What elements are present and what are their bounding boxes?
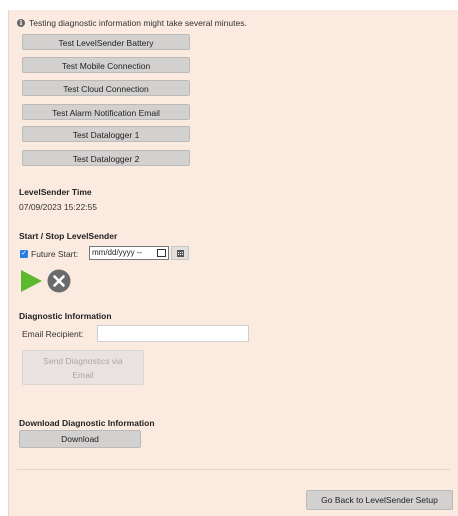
date-placeholder: mm/dd/yyyy -- [92, 248, 143, 257]
send-label-line2: Email [72, 370, 94, 380]
future-start-checkbox[interactable]: ✓ [20, 250, 28, 258]
download-diagnostic-title: Download Diagnostic Information [19, 418, 155, 428]
test-cloud-connection-button[interactable]: Test Cloud Connection [22, 80, 190, 96]
calendar-button[interactable] [171, 246, 189, 260]
future-start-label: Future Start: [31, 249, 79, 259]
play-icon [21, 270, 42, 292]
email-recipient-label: Email Recipient: [22, 329, 84, 339]
calendar-grid-icon [176, 249, 184, 257]
levelsender-time-title: LevelSender Time [19, 187, 92, 197]
start-button[interactable] [19, 269, 43, 293]
email-recipient-input[interactable] [97, 325, 249, 342]
footer-divider [17, 469, 450, 470]
start-stop-title: Start / Stop LevelSender [19, 231, 118, 241]
send-diagnostics-email-button[interactable]: Send Diagnostics via Email [22, 350, 144, 385]
test-mobile-connection-button[interactable]: Test Mobile Connection [22, 57, 190, 73]
diagnostics-panel: i Testing diagnostic information might t… [8, 10, 458, 516]
info-text: Testing diagnostic information might tak… [29, 18, 247, 28]
test-datalogger-2-button[interactable]: Test Datalogger 2 [22, 150, 190, 166]
go-back-setup-button[interactable]: Go Back to LevelSender Setup [306, 490, 453, 510]
calendar-icon[interactable] [157, 249, 166, 257]
test-datalogger-1-button[interactable]: Test Datalogger 1 [22, 126, 190, 142]
stop-x-icon [47, 269, 71, 293]
info-icon: i [17, 19, 25, 27]
info-message: i Testing diagnostic information might t… [17, 18, 247, 28]
download-button[interactable]: Download [19, 430, 141, 448]
diagnostic-information-title: Diagnostic Information [19, 311, 112, 321]
test-alarm-email-button[interactable]: Test Alarm Notification Email [22, 104, 190, 120]
future-start-date-input[interactable]: mm/dd/yyyy -- [89, 246, 169, 260]
test-battery-button[interactable]: Test LevelSender Battery [22, 34, 190, 50]
levelsender-time-value: 07/09/2023 15:22:55 [19, 202, 97, 212]
send-label-line1: Send Diagnostics via [43, 356, 123, 366]
stop-button[interactable] [47, 269, 71, 293]
